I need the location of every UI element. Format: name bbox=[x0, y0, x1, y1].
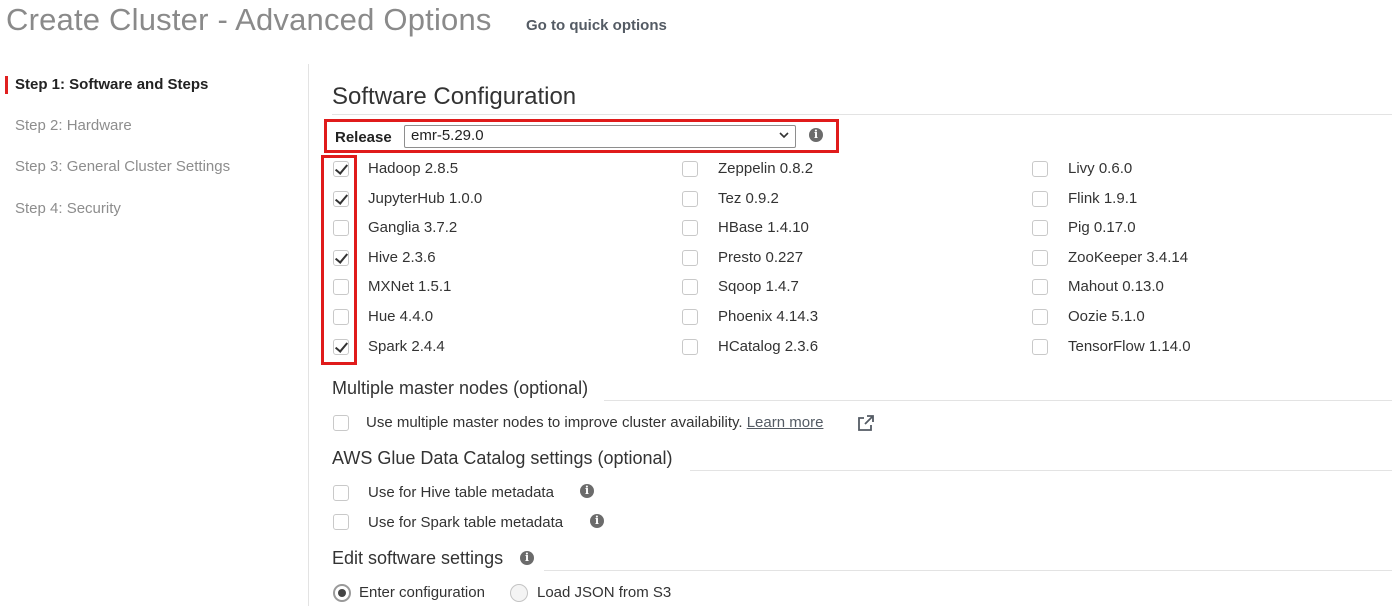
multiple-master-nodes-text: Use multiple master nodes to improve clu… bbox=[366, 414, 743, 431]
section-divider bbox=[544, 570, 1392, 571]
learn-more-link[interactable]: Learn more bbox=[747, 414, 824, 431]
livy-label: Livy 0.6.0 bbox=[1068, 160, 1133, 177]
jupyterhub-label: JupyterHub 1.0.0 bbox=[368, 190, 483, 207]
oozie-checkbox[interactable] bbox=[1032, 309, 1048, 325]
tensorflow-checkbox[interactable] bbox=[1032, 339, 1048, 355]
release-value: emr-5.29.0 bbox=[411, 127, 484, 144]
hcatalog-checkbox[interactable] bbox=[682, 339, 698, 355]
step-3-general-cluster-settings[interactable]: Step 3: General Cluster Settings bbox=[15, 158, 230, 175]
multiple-master-nodes-label: Use multiple master nodes to improve clu… bbox=[366, 414, 823, 431]
sqoop-checkbox[interactable] bbox=[682, 279, 698, 295]
zeppelin-label: Zeppelin 0.8.2 bbox=[718, 160, 814, 177]
external-link-icon[interactable] bbox=[858, 415, 874, 431]
step-4-security[interactable]: Step 4: Security bbox=[15, 200, 121, 217]
zookeeper-checkbox[interactable] bbox=[1032, 250, 1048, 266]
phoenix-label: Phoenix 4.14.3 bbox=[718, 308, 819, 325]
mahout-checkbox[interactable] bbox=[1032, 279, 1048, 295]
load-json-from-s3-label: Load JSON from S3 bbox=[537, 584, 672, 601]
mahout-label: Mahout 0.13.0 bbox=[1068, 278, 1164, 295]
section-divider bbox=[332, 114, 1392, 115]
livy-checkbox[interactable] bbox=[1032, 161, 1048, 177]
hive-label: Hive 2.3.6 bbox=[368, 249, 436, 266]
multiple-master-nodes-checkbox[interactable] bbox=[333, 415, 349, 431]
step-1-software-and-steps[interactable]: Step 1: Software and Steps bbox=[15, 76, 208, 93]
section-divider bbox=[690, 470, 1392, 471]
section-divider bbox=[604, 400, 1392, 401]
hue-label: Hue 4.4.0 bbox=[368, 308, 434, 325]
release-label: Release bbox=[335, 129, 392, 146]
flink-checkbox[interactable] bbox=[1032, 191, 1048, 207]
glue-hive-label: Use for Hive table metadata bbox=[368, 484, 554, 501]
hbase-label: HBase 1.4.10 bbox=[718, 219, 809, 236]
step-2-hardware[interactable]: Step 2: Hardware bbox=[15, 117, 132, 134]
ganglia-label: Ganglia 3.7.2 bbox=[368, 219, 458, 236]
enter-configuration-radio[interactable] bbox=[333, 584, 351, 602]
glue-spark-info-icon[interactable]: i bbox=[590, 514, 604, 528]
phoenix-checkbox[interactable] bbox=[682, 309, 698, 325]
zookeeper-label: ZooKeeper 3.4.14 bbox=[1068, 249, 1189, 266]
oozie-label: Oozie 5.1.0 bbox=[1068, 308, 1145, 325]
hadoop-label: Hadoop 2.8.5 bbox=[368, 160, 459, 177]
mxnet-label: MXNet 1.5.1 bbox=[368, 278, 452, 295]
tensorflow-label: TensorFlow 1.14.0 bbox=[1068, 338, 1191, 355]
glue-spark-checkbox[interactable] bbox=[333, 514, 349, 530]
page-title: Create Cluster - Advanced Options bbox=[6, 2, 492, 37]
glue-spark-label: Use for Spark table metadata bbox=[368, 514, 564, 531]
spark-label: Spark 2.4.4 bbox=[368, 338, 445, 355]
hcatalog-label: HCatalog 2.3.6 bbox=[718, 338, 819, 355]
sqoop-label: Sqoop 1.4.7 bbox=[718, 278, 799, 295]
software-configuration-title: Software Configuration bbox=[332, 83, 577, 110]
glue-settings-title: AWS Glue Data Catalog settings (optional… bbox=[332, 448, 673, 468]
load-json-from-s3-radio[interactable] bbox=[510, 584, 528, 602]
tez-label: Tez 0.9.2 bbox=[718, 190, 779, 207]
edit-software-settings-title: Edit software settings bbox=[332, 548, 504, 568]
chevron-down-icon bbox=[779, 132, 789, 139]
pig-checkbox[interactable] bbox=[1032, 220, 1048, 236]
enter-configuration-label: Enter configuration bbox=[359, 584, 485, 601]
presto-checkbox[interactable] bbox=[682, 250, 698, 266]
tez-checkbox[interactable] bbox=[682, 191, 698, 207]
pig-label: Pig 0.17.0 bbox=[1068, 219, 1136, 236]
glue-hive-checkbox[interactable] bbox=[333, 485, 349, 501]
release-highlight-box: Release emr-5.29.0 i bbox=[324, 119, 839, 153]
glue-hive-info-icon[interactable]: i bbox=[580, 484, 594, 498]
hbase-checkbox[interactable] bbox=[682, 220, 698, 236]
presto-label: Presto 0.227 bbox=[718, 249, 804, 266]
zeppelin-checkbox[interactable] bbox=[682, 161, 698, 177]
steps-sidebar bbox=[0, 64, 309, 606]
active-step-marker bbox=[5, 76, 8, 94]
go-to-quick-options-link[interactable]: Go to quick options bbox=[526, 17, 667, 34]
selected-apps-highlight-box bbox=[321, 155, 357, 365]
release-select[interactable]: emr-5.29.0 bbox=[404, 125, 796, 148]
flink-label: Flink 1.9.1 bbox=[1068, 190, 1138, 207]
release-info-icon[interactable]: i bbox=[809, 128, 823, 142]
edit-settings-info-icon[interactable]: i bbox=[520, 551, 534, 565]
multiple-master-nodes-title: Multiple master nodes (optional) bbox=[332, 378, 589, 398]
